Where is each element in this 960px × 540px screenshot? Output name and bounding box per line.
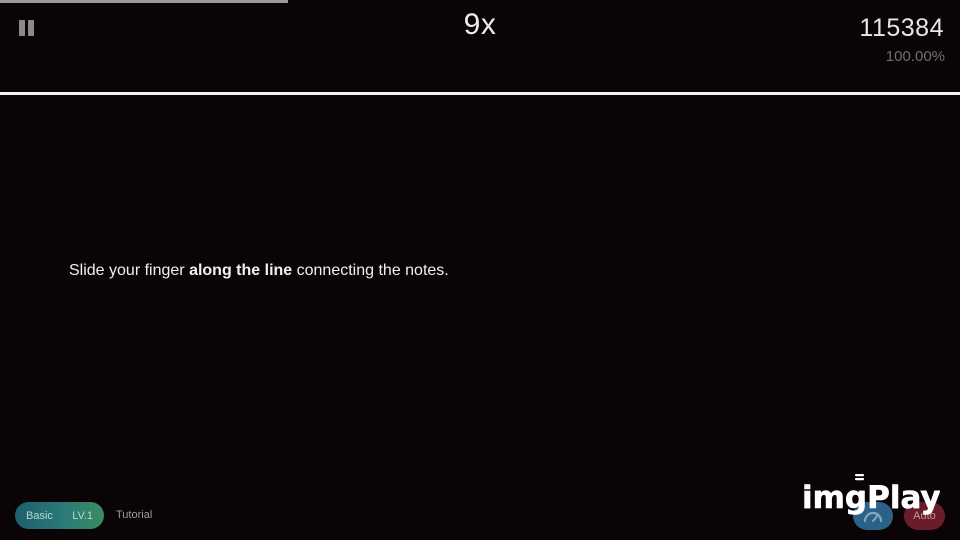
score-display: 115384 <box>859 14 944 42</box>
svg-text:imgPlay: imgPlay <box>802 480 940 516</box>
difficulty-label: Basic <box>26 509 53 522</box>
difficulty-level-badge: Basic LV.1 <box>15 502 104 529</box>
song-progress-fill <box>0 0 288 3</box>
instruction-text-before: Slide your finger <box>69 262 190 279</box>
level-label: LV.1 <box>72 509 93 522</box>
tutorial-instruction: Slide your finger along the line connect… <box>69 262 449 280</box>
judgement-line <box>0 92 960 95</box>
imgplay-watermark-logo: imgPlay <box>802 474 940 516</box>
song-progress-bar <box>0 0 960 3</box>
instruction-text-bold: along the line <box>189 262 293 279</box>
pause-button[interactable] <box>18 19 36 37</box>
combo-counter: 9x <box>463 8 497 41</box>
chart-title: Tutorial <box>116 509 153 521</box>
instruction-text-after: connecting the notes. <box>292 262 449 279</box>
accuracy-display: 100.00% <box>885 48 945 65</box>
